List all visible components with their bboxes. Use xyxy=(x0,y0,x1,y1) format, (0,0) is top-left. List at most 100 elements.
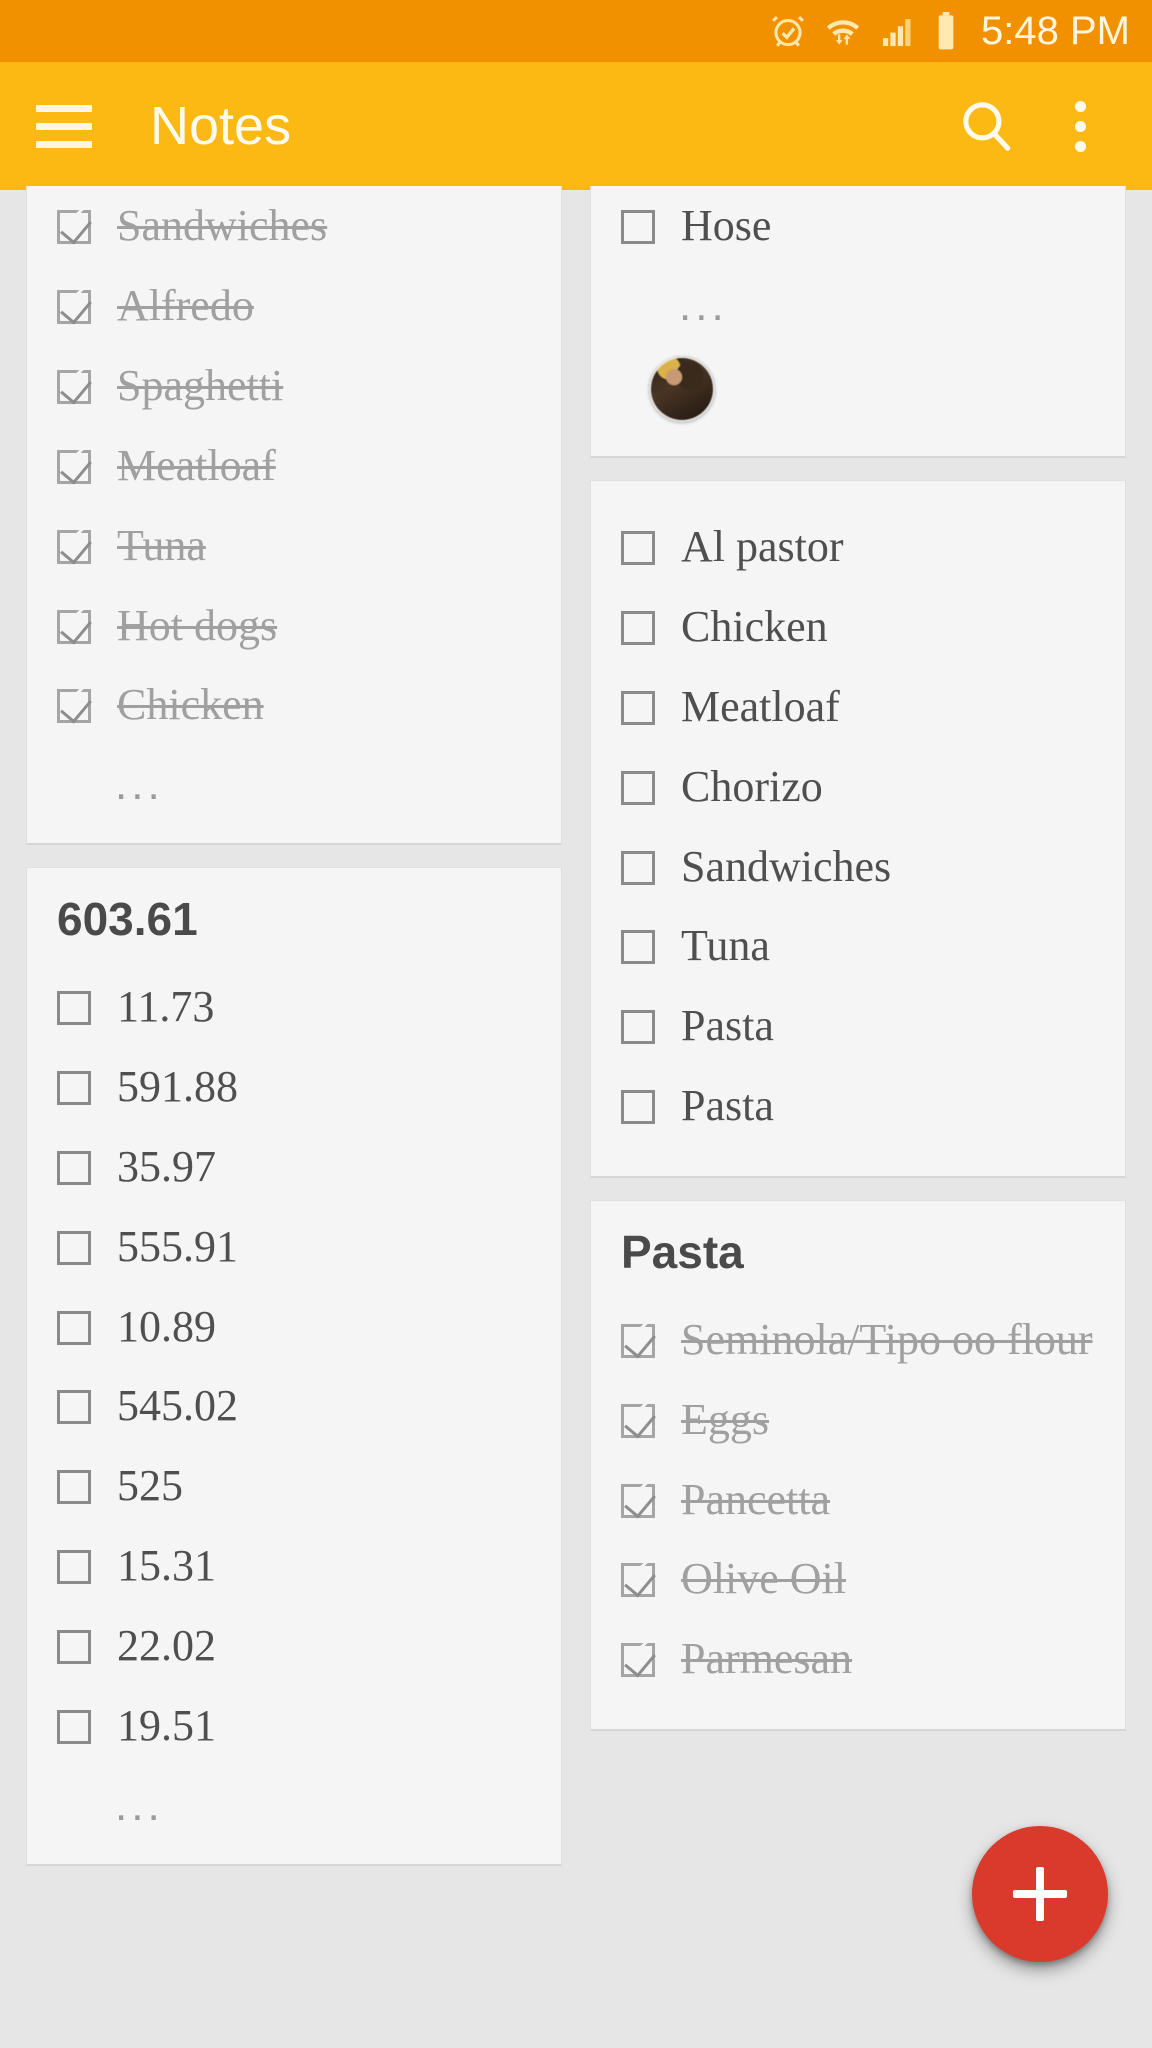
note-checklist-item[interactable]: Seminola/Tipo oo flour xyxy=(621,1300,1095,1380)
checkbox-checked-icon[interactable] xyxy=(621,1643,655,1678)
note-checklist-item[interactable]: Chicken xyxy=(57,665,531,745)
note-checklist-item[interactable]: Pasta xyxy=(621,986,1095,1066)
note-checklist-item[interactable]: Meatloaf xyxy=(621,667,1095,747)
note-checklist-item[interactable]: 35.97 xyxy=(57,1127,531,1207)
checkbox-unchecked-icon[interactable] xyxy=(57,1630,91,1665)
checkbox-unchecked-icon[interactable] xyxy=(57,1710,91,1745)
checkbox-unchecked-icon[interactable] xyxy=(621,610,655,645)
note-checklist-item[interactable]: Tuna xyxy=(621,906,1095,986)
note-card[interactable]: Al pastor Chicken Meatloaf Chorizo Sandwiche… xyxy=(590,479,1126,1179)
checkbox-unchecked-icon[interactable] xyxy=(621,1010,655,1045)
note-checklist-item-label: 525 xyxy=(117,1461,183,1511)
note-card[interactable]: Hose... xyxy=(590,186,1126,458)
search-icon[interactable] xyxy=(944,84,1028,168)
note-checklist-item-label: Spaghetti xyxy=(117,360,284,410)
note-checklist-item[interactable]: Al pastor xyxy=(621,507,1095,587)
note-card[interactable]: Pasta Seminola/Tipo oo flour Eggs Pancetta O… xyxy=(590,1200,1126,1732)
note-overflow-ellipsis: ... xyxy=(115,760,164,810)
checkbox-checked-icon[interactable] xyxy=(57,609,91,644)
app-bar: Notes xyxy=(0,62,1152,190)
note-checklist-item-label: Sandwiches xyxy=(117,201,328,250)
note-checklist-item[interactable]: 15.31 xyxy=(57,1526,531,1606)
checkbox-unchecked-icon[interactable] xyxy=(57,990,91,1025)
note-checklist-item-label: Meatloaf xyxy=(117,440,276,490)
note-checklist-item[interactable]: Pancetta xyxy=(621,1460,1095,1540)
note-checklist-item[interactable]: Sandwiches xyxy=(621,827,1095,907)
checkbox-unchecked-icon[interactable] xyxy=(57,1310,91,1345)
note-card[interactable]: Sandwiches Alfredo Spaghetti Meatloaf Tuna Ho… xyxy=(26,186,562,846)
note-checklist-item[interactable]: Tuna xyxy=(57,506,531,586)
checkbox-checked-icon[interactable] xyxy=(621,1563,655,1598)
note-checklist-item-label: 555.91 xyxy=(117,1221,238,1271)
note-checklist-item[interactable]: 11.73 xyxy=(57,967,531,1047)
note-checklist-item[interactable]: Parmesan xyxy=(621,1619,1095,1699)
checkbox-unchecked-icon[interactable] xyxy=(57,1070,91,1105)
note-checklist-item[interactable]: Meatloaf xyxy=(57,426,531,506)
notes-app-screen: 5:48 PM Notes Sandwiches Alfredo Spaghetti… xyxy=(0,0,1152,2048)
note-checklist-item[interactable]: Chorizo xyxy=(621,747,1095,827)
note-checklist-item[interactable]: Alfredo xyxy=(57,266,531,346)
checkbox-checked-icon[interactable] xyxy=(57,689,91,724)
checkbox-checked-icon[interactable] xyxy=(57,210,91,244)
note-checklist-item[interactable]: Olive Oil xyxy=(621,1539,1095,1619)
checkbox-unchecked-icon[interactable] xyxy=(621,210,655,244)
checkbox-unchecked-icon[interactable] xyxy=(57,1470,91,1505)
note-checklist-item[interactable]: Eggs xyxy=(621,1380,1095,1460)
checkbox-checked-icon[interactable] xyxy=(57,449,91,484)
checkbox-unchecked-icon[interactable] xyxy=(621,930,655,965)
checkbox-unchecked-icon[interactable] xyxy=(57,1550,91,1585)
note-checklist-item[interactable]: 19.51 xyxy=(57,1686,531,1766)
checkbox-unchecked-icon[interactable] xyxy=(57,1390,91,1425)
note-checklist-item-label: 11.73 xyxy=(117,981,215,1031)
note-checklist-item-label: Tuna xyxy=(681,921,770,971)
checkbox-checked-icon[interactable] xyxy=(57,289,91,324)
checkbox-unchecked-icon[interactable] xyxy=(57,1150,91,1185)
battery-icon xyxy=(933,11,959,51)
checkbox-unchecked-icon[interactable] xyxy=(621,530,655,565)
note-checklist-item-label: Chicken xyxy=(681,601,828,651)
checkbox-checked-icon[interactable] xyxy=(621,1403,655,1438)
note-checklist-item-label: 591.88 xyxy=(117,1061,238,1111)
checkbox-unchecked-icon[interactable] xyxy=(621,770,655,805)
note-card[interactable]: 603.61 11.73 591.88 35.97 555.91 10.89 545.02 5… xyxy=(26,867,562,1866)
note-checklist-item[interactable]: 10.89 xyxy=(57,1287,531,1367)
checkbox-unchecked-icon[interactable] xyxy=(621,690,655,725)
checkbox-unchecked-icon[interactable] xyxy=(621,850,655,885)
note-checklist-item[interactable]: Hot dogs xyxy=(57,586,531,666)
note-checklist-item-label: Pancetta xyxy=(681,1474,831,1524)
hamburger-menu-icon[interactable] xyxy=(36,104,92,148)
note-checklist-item-label: 22.02 xyxy=(117,1621,216,1671)
note-checklist-item-label: Pasta xyxy=(681,1001,774,1051)
more-vertical-icon[interactable] xyxy=(1038,84,1122,168)
checkbox-unchecked-icon[interactable] xyxy=(621,1090,655,1125)
note-checklist-item[interactable]: Pasta xyxy=(621,1066,1095,1146)
note-checklist-item-label: 35.97 xyxy=(117,1141,216,1191)
note-checklist-item[interactable]: 22.02 xyxy=(57,1606,531,1686)
note-checklist-item[interactable]: 555.91 xyxy=(57,1207,531,1287)
note-checklist-item[interactable]: Spaghetti xyxy=(57,346,531,426)
checkbox-checked-icon[interactable] xyxy=(621,1483,655,1518)
wifi-icon xyxy=(823,12,863,50)
checkbox-checked-icon[interactable] xyxy=(621,1323,655,1358)
note-checklist-item-label: 10.89 xyxy=(117,1301,216,1351)
note-checklist-item[interactable]: Chicken xyxy=(621,587,1095,667)
status-bar: 5:48 PM xyxy=(0,0,1152,62)
note-checklist-item-label: Seminola/Tipo oo flour xyxy=(681,1314,1093,1364)
note-checklist-item[interactable]: 545.02 xyxy=(57,1366,531,1446)
notes-column-left: Sandwiches Alfredo Spaghetti Meatloaf Tuna Ho… xyxy=(0,186,576,2048)
notes-column-right: Hose... Al pastor Chicken Meatloaf Chorizo Sa… xyxy=(576,186,1152,2048)
note-checklist-item-label: 545.02 xyxy=(117,1381,238,1431)
note-checklist-item-label: Chorizo xyxy=(681,761,823,811)
checkbox-checked-icon[interactable] xyxy=(57,529,91,564)
note-checklist-item[interactable]: Hose xyxy=(621,186,1095,266)
checkbox-unchecked-icon[interactable] xyxy=(57,1230,91,1265)
plus-icon xyxy=(1013,1867,1067,1921)
cellular-signal-icon xyxy=(879,12,917,50)
checkbox-checked-icon[interactable] xyxy=(57,369,91,404)
note-checklist-item-label: Parmesan xyxy=(681,1634,853,1684)
add-note-fab[interactable] xyxy=(972,1826,1108,1962)
note-checklist-item[interactable]: 525 xyxy=(57,1446,531,1526)
note-checklist-item[interactable]: 591.88 xyxy=(57,1047,531,1127)
note-checklist-item[interactable]: Sandwiches xyxy=(57,186,531,266)
note-checklist-item-label: Tuna xyxy=(117,520,206,570)
